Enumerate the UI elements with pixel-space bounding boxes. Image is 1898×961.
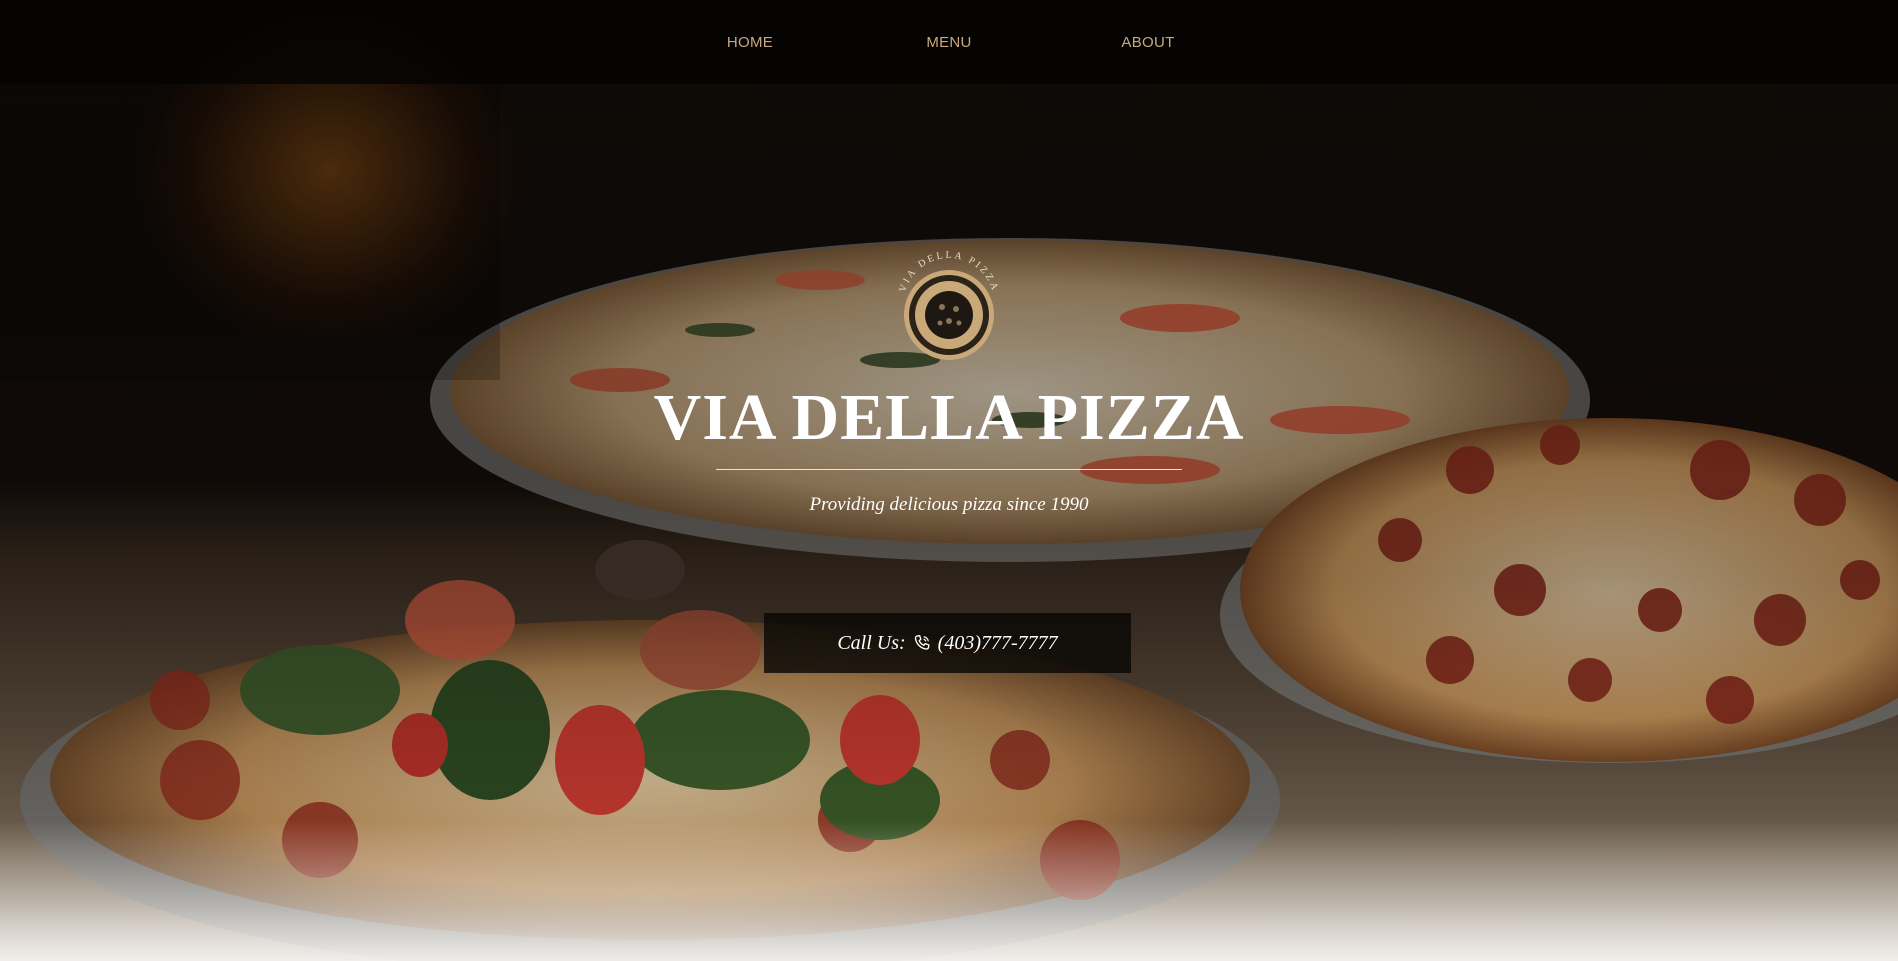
title-divider bbox=[716, 469, 1182, 470]
page-title: VIA DELLA PIZZA bbox=[653, 381, 1245, 454]
phone-icon bbox=[914, 635, 930, 650]
top-navbar: HOME MENU ABOUT bbox=[0, 0, 1898, 84]
hero-bottom-fade bbox=[0, 821, 1898, 961]
nav-menu[interactable]: MENU bbox=[850, 34, 1049, 51]
nav-home[interactable]: HOME bbox=[651, 34, 850, 51]
hero-content: VIA DELLA PIZZA VIA DELLA PIZZA Providin… bbox=[0, 245, 1898, 516]
pizza-logo-icon[interactable]: VIA DELLA PIZZA bbox=[884, 245, 1014, 365]
call-us-button[interactable]: Call Us: (403)777-7777 bbox=[764, 613, 1131, 673]
nav-about[interactable]: ABOUT bbox=[1049, 34, 1248, 51]
tagline: Providing delicious pizza since 1990 bbox=[809, 494, 1089, 515]
phone-number: (403)777-7777 bbox=[937, 631, 1058, 654]
call-label: Call Us: bbox=[837, 631, 906, 654]
